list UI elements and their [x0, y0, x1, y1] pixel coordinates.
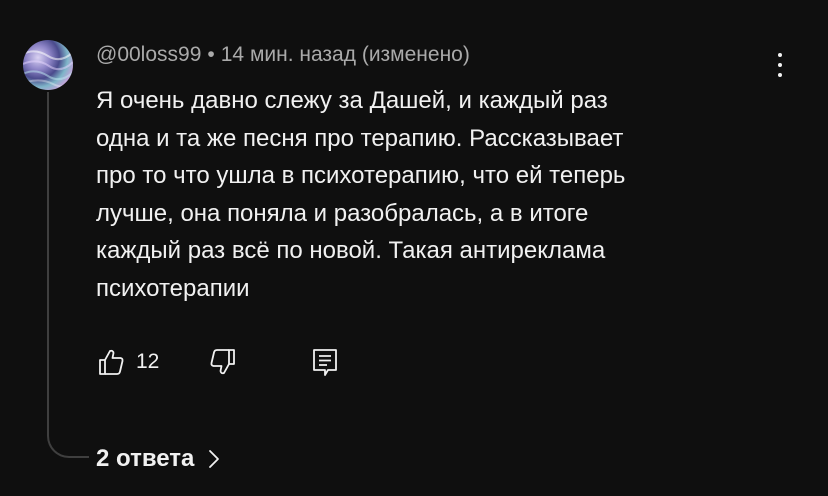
more-vertical-icon[interactable]: [770, 50, 790, 80]
comment-text-line: каждый раз всё по новой. Такая антирекла…: [96, 237, 606, 264]
edited-label: (изменено): [361, 43, 470, 66]
comment-text-line: лучше, она поняла и разобралась, а в ито…: [96, 199, 589, 227]
comment-text-line: про то что ушла в психотерапию, что ей т…: [96, 162, 626, 189]
dislike-button[interactable]: [208, 342, 238, 382]
author-handle[interactable]: @00loss99: [96, 43, 201, 66]
comment-text-line: Я очень давно слежу за Дашей, и каждый р…: [96, 87, 608, 114]
comment-text-line: одна и та же песня про терапию. Рассказы…: [96, 124, 624, 152]
thumb-up-icon: [99, 349, 124, 375]
comment-text: Я очень давно слежу за Дашей, и каждый р…: [96, 82, 776, 307]
separator-dot: •: [207, 43, 215, 66]
avatar-image: [23, 50, 73, 88]
comment-text-line: психотерапии: [96, 274, 250, 302]
show-replies-button[interactable]: 2 ответа: [96, 442, 220, 476]
comment-header: @00loss99 • 14 мин. назад (изменено): [96, 42, 470, 68]
chevron-right-icon: [209, 450, 220, 468]
avatar[interactable]: [23, 40, 73, 90]
thumb-down-icon: [210, 349, 235, 375]
like-count: 12: [136, 350, 160, 373]
replies-count-label: 2 ответа: [96, 445, 195, 472]
thread-line: [47, 92, 89, 458]
like-button[interactable]: 12: [96, 342, 159, 382]
comment-time[interactable]: 14 мин. назад: [221, 43, 356, 66]
reply-comment-icon: [313, 349, 337, 376]
reply-button[interactable]: [310, 342, 340, 382]
